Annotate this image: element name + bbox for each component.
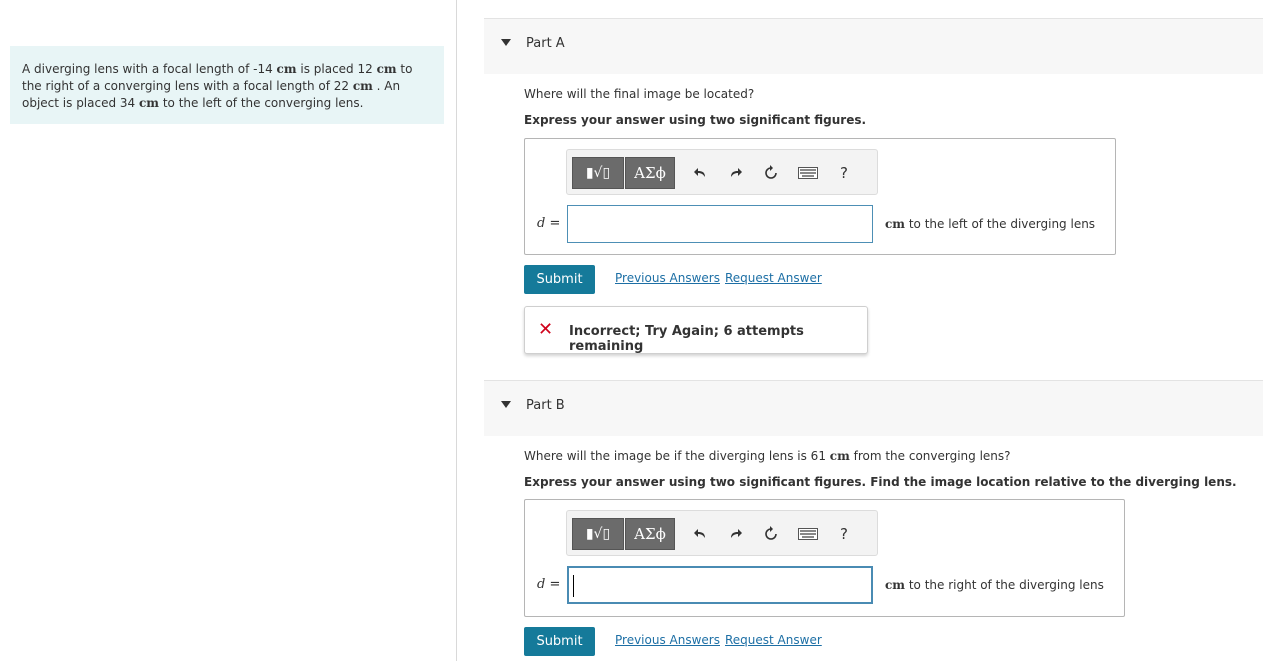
variable-label: d =	[537, 577, 560, 592]
unit-cm: cm	[276, 62, 297, 76]
unit-cm: cm	[885, 578, 906, 592]
symbols-button[interactable]: ΑΣϕ	[625, 518, 675, 550]
reset-icon[interactable]	[761, 523, 781, 545]
unit-suffix: to the right of the diverging lens	[905, 578, 1104, 592]
unit-label: cm to the left of the diverging lens	[885, 217, 1095, 231]
redo-icon[interactable]	[726, 162, 746, 184]
answer-input-a[interactable]	[567, 205, 873, 243]
previous-answers-link[interactable]: Previous Answers	[615, 271, 720, 285]
feedback-box: ✕ Incorrect; Try Again; 6 attempts remai…	[524, 306, 868, 354]
part-a-label: Part A	[526, 36, 565, 51]
unit-suffix: to the left of the diverging lens	[905, 217, 1096, 231]
submit-button[interactable]: Submit	[524, 265, 595, 294]
templates-button[interactable]: ▮√▯	[572, 157, 624, 189]
part-b-answer-box: ▮√▯ ΑΣϕ ? d = cm to the right of the div…	[524, 499, 1125, 617]
help-icon[interactable]: ?	[834, 162, 854, 184]
reset-icon[interactable]	[761, 162, 781, 184]
collapse-triangle-icon[interactable]	[501, 39, 511, 46]
request-answer-link[interactable]: Request Answer	[725, 271, 822, 285]
part-a-header[interactable]: Part A	[484, 18, 1263, 74]
unit-cm: cm	[829, 449, 850, 463]
keyboard-icon[interactable]	[798, 162, 818, 184]
equals-sign: =	[545, 577, 561, 592]
collapse-triangle-icon[interactable]	[501, 401, 511, 408]
keyboard-icon[interactable]	[798, 523, 818, 545]
question-text: from the converging lens?	[849, 449, 1011, 463]
help-icon[interactable]: ?	[834, 523, 854, 545]
part-a-answer-box: ▮√▯ ΑΣϕ ? d = cm to the left of the dive…	[524, 138, 1116, 255]
part-b-label: Part B	[526, 398, 565, 413]
undo-icon[interactable]	[690, 162, 710, 184]
problem-statement: A diverging lens with a focal length of …	[10, 46, 444, 124]
part-a-instruction: Express your answer using two significan…	[524, 113, 867, 127]
incorrect-x-icon: ✕	[538, 319, 554, 340]
undo-icon[interactable]	[690, 523, 710, 545]
previous-answers-link[interactable]: Previous Answers	[615, 633, 720, 647]
unit-label: cm to the right of the diverging lens	[885, 578, 1104, 592]
answer-input-b[interactable]	[567, 566, 873, 604]
left-panel: A diverging lens with a focal length of …	[0, 0, 457, 661]
variable-label: d =	[537, 216, 560, 231]
problem-text: is placed 12	[296, 62, 377, 76]
equals-sign: =	[545, 216, 561, 231]
question-text: Where will the image be if the diverging…	[524, 449, 830, 463]
unit-cm: cm	[376, 62, 397, 76]
part-b-instruction: Express your answer using two significan…	[524, 475, 1237, 489]
math-toolbar: ▮√▯ ΑΣϕ ?	[566, 149, 878, 195]
problem-text: A diverging lens with a focal length of …	[22, 62, 277, 76]
redo-icon[interactable]	[726, 523, 746, 545]
request-answer-link[interactable]: Request Answer	[725, 633, 822, 647]
submit-button[interactable]: Submit	[524, 627, 595, 656]
unit-cm: cm	[139, 96, 160, 110]
part-a-question: Where will the final image be located?	[524, 87, 755, 101]
part-b-question: Where will the image be if the diverging…	[524, 449, 1011, 463]
feedback-message: Incorrect; Try Again; 6 attempts remaini…	[569, 324, 804, 354]
part-b-header[interactable]: Part B	[484, 380, 1263, 436]
templates-button[interactable]: ▮√▯	[572, 518, 624, 550]
math-toolbar: ▮√▯ ΑΣϕ ?	[566, 510, 878, 556]
symbols-button[interactable]: ΑΣϕ	[625, 157, 675, 189]
text-caret	[573, 575, 574, 597]
unit-cm: cm	[885, 217, 906, 231]
unit-cm: cm	[352, 79, 373, 93]
problem-text: to the left of the converging lens.	[159, 96, 364, 110]
